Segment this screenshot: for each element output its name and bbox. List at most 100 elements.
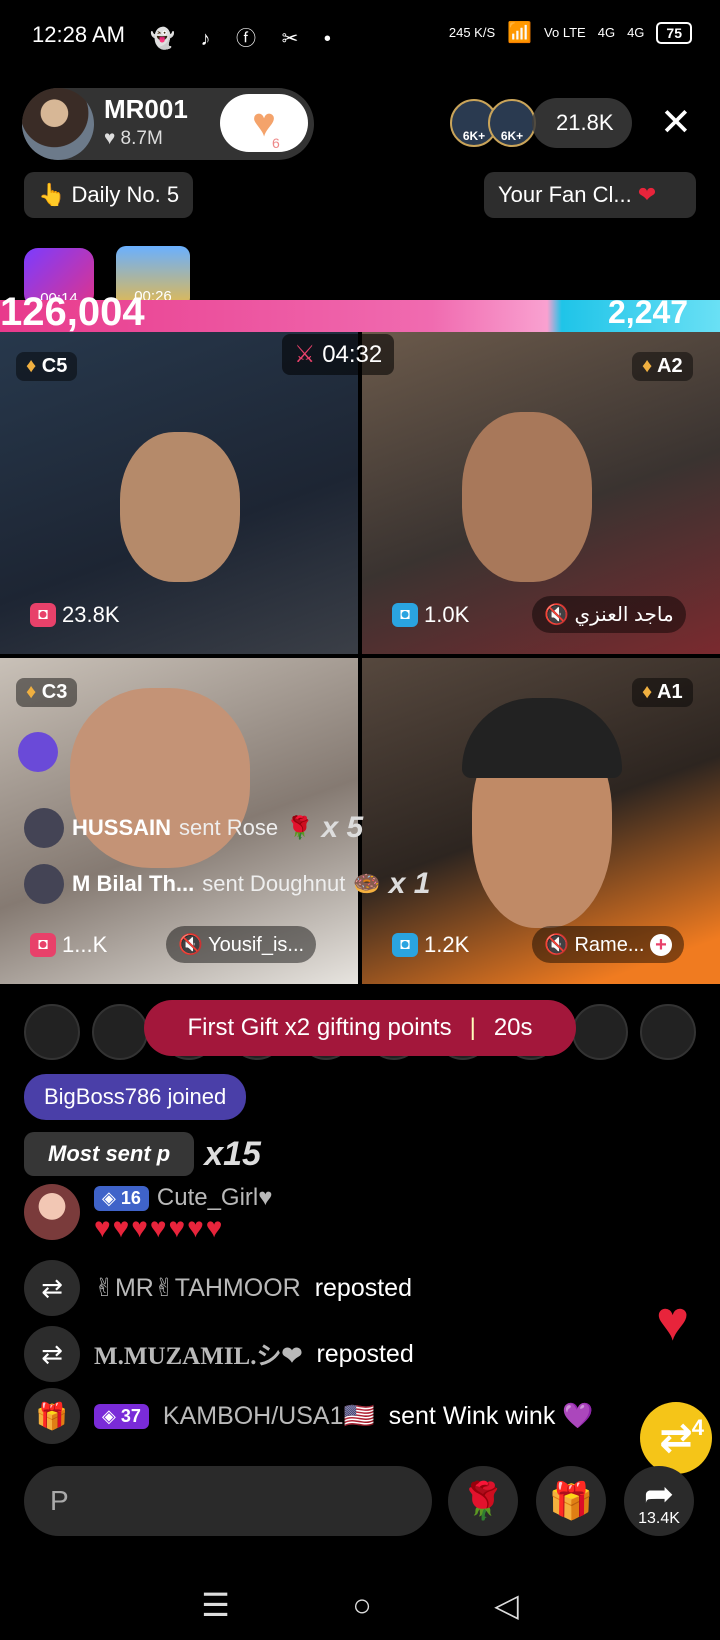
guest-tile-1[interactable]: ♦ C5 ◘ 23.8K	[0, 332, 358, 654]
follow-heart-button[interactable]: ♥ 6	[220, 94, 308, 152]
tile-views: 1...K	[62, 932, 108, 957]
level-number: 16	[120, 1187, 141, 1208]
comment-input[interactable]: P	[24, 1466, 432, 1536]
follow-count: 6	[272, 135, 280, 151]
repost-message: ⇄ M.MUZAMIL.シ❤ reposted	[24, 1326, 414, 1382]
guest-tile-2[interactable]: ♦ A2 ◘ 1.0K 🔇 ماجد العنزي	[362, 332, 720, 654]
floating-heart-icon: ♥	[656, 1289, 690, 1352]
capcut-icon: ✂	[281, 28, 309, 50]
gem-icon: ♦	[642, 681, 653, 703]
tile-stat[interactable]: ◘ 23.8K	[30, 602, 120, 628]
rose-gift-button[interactable]: 🌹	[448, 1466, 518, 1536]
gift-message: 🎁 ◈ 37 KAMBOH/USA1🇺🇸 sent Wink wink 💜	[24, 1388, 593, 1444]
close-icon[interactable]: ✕	[660, 100, 692, 145]
gem-icon: ♦	[26, 681, 37, 703]
host-card[interactable]: MR001 ♥ 8.7M ♥ 6	[22, 88, 314, 160]
fan-club-pill[interactable]: Your Fan Cl... ❤	[484, 172, 696, 218]
rank-badge: ♦ A1	[632, 678, 693, 707]
tiktok-icon: ♪	[200, 28, 221, 50]
mute-icon: 🔇	[178, 934, 203, 956]
top-viewers[interactable]: 6K+ 6K+ 21.8K	[450, 98, 632, 148]
gift-box-icon: ◘	[30, 933, 56, 957]
rose-icon: 🌹	[286, 815, 314, 840]
status-right: 245 K/S 📶 Vo LTE 4G 4G 75	[449, 20, 692, 45]
daily-rank-pill[interactable]: 👆 Daily No. 5	[24, 172, 194, 218]
share-button[interactable]: ➦ 13.4K	[624, 1466, 694, 1536]
back-icon[interactable]: ◁	[494, 1586, 519, 1624]
mute-label-pill[interactable]: 🔇 Yousif_is...	[166, 926, 317, 963]
chat-message[interactable]: ◈ 16 Cute_Girl♥ ♥♥♥♥♥♥♥	[24, 1184, 273, 1244]
username[interactable]: ✌MR✌TAHMOOR	[94, 1273, 301, 1303]
battle-time: 04:32	[322, 341, 383, 368]
viewer-count[interactable]: 21.8K	[532, 98, 632, 148]
rose-icon: 🌹	[460, 1480, 506, 1521]
diamond-icon: ◈	[102, 1405, 116, 1426]
battle-right-score: 2,247	[608, 294, 689, 330]
repost-icon: ⇄	[659, 1416, 693, 1460]
menu-icon[interactable]: ☰	[201, 1586, 230, 1624]
username[interactable]: M.MUZAMIL.シ❤	[94, 1336, 302, 1372]
rank-label: C3	[41, 681, 68, 703]
system-nav-bar: ☰ ○ ◁	[0, 1570, 720, 1640]
guest-face	[462, 412, 592, 582]
gift-button[interactable]: 🎁	[536, 1466, 606, 1536]
message-text: ♥♥♥♥♥♥♥	[94, 1212, 225, 1243]
guest-name: ماجد العنزي	[574, 604, 674, 626]
rank-badge: ♦ C3	[16, 678, 78, 707]
repost-action: reposted	[316, 1339, 414, 1368]
gift-count: x 1	[388, 867, 431, 900]
guest-name: Rame...	[574, 934, 645, 956]
viewer-avatar[interactable]	[571, 1004, 628, 1060]
sender-avatar	[24, 864, 64, 904]
level-badge: ◈ 16	[94, 1185, 149, 1211]
guest-name: Yousif_is...	[208, 934, 305, 956]
repost-icon: ⇄	[24, 1260, 80, 1316]
promo-text: First Gift x2 gifting points	[187, 1014, 452, 1041]
username[interactable]: KAMBOH/USA1🇺🇸	[163, 1402, 375, 1431]
lightning-effect-icon	[18, 732, 58, 772]
repost-button[interactable]: ⇄ 4	[640, 1402, 712, 1474]
fan-club-label: Your Fan Cl...	[498, 182, 632, 207]
gift-icon: 🎁	[548, 1480, 594, 1521]
gift-box-icon: ◘	[30, 603, 56, 627]
viewer-avatar[interactable]	[92, 1004, 149, 1060]
wifi-icon: 📶	[507, 22, 533, 44]
viewer-avatar[interactable]	[24, 1004, 80, 1060]
mute-label-pill[interactable]: 🔇 ماجد العنزي	[532, 596, 686, 633]
level-badge: ◈ 37	[94, 1403, 149, 1429]
rank-label: C5	[41, 355, 68, 377]
add-icon[interactable]: +	[650, 934, 672, 956]
fan-club-heart-icon: ❤	[637, 182, 657, 207]
repost-action: reposted	[314, 1273, 412, 1302]
home-icon[interactable]: ○	[352, 1587, 371, 1624]
viewer-avatar[interactable]	[639, 1004, 696, 1060]
battery-icon: 75	[656, 21, 692, 44]
battle-timer: ⚔ 04:32	[282, 334, 395, 375]
user-avatar[interactable]	[24, 1184, 80, 1240]
first-gift-promo[interactable]: First Gift x2 gifting points | 20s	[144, 1000, 576, 1056]
gift-box-icon: ◘	[392, 933, 418, 957]
notification-icons: 👻 ♪ ⓕ ✂ •	[150, 22, 341, 51]
username[interactable]: Cute_Girl♥	[157, 1184, 273, 1212]
tile-stat[interactable]: ◘ 1...K	[30, 932, 107, 958]
tile-views: 1.2K	[424, 932, 470, 957]
gift-action: sent Wink wink 💜	[388, 1401, 594, 1430]
tile-stat[interactable]: ◘ 1.0K	[392, 602, 469, 628]
battle-left-score: 126,004	[0, 290, 145, 334]
status-time: 12:28 AM	[32, 22, 125, 47]
host-avatar[interactable]	[22, 88, 94, 160]
tile-views: 23.8K	[62, 602, 120, 627]
tile-stat[interactable]: ◘ 1.2K	[392, 932, 469, 958]
gift-action: sent Doughnut	[202, 871, 346, 896]
rank-badge: ♦ A2	[632, 352, 693, 381]
net-speed: 245 K/S	[448, 25, 496, 40]
guest-tile-4[interactable]: ♦ A1 ◘ 1.2K 🔇 Rame... +	[362, 658, 720, 984]
mute-icon: 🔇	[544, 604, 569, 626]
sender-avatar	[24, 808, 64, 848]
repost-icon: ⇄	[24, 1326, 80, 1382]
repost-message: ⇄ ✌MR✌TAHMOOR reposted	[24, 1260, 412, 1316]
cap	[462, 698, 622, 778]
most-sent-count: x15	[204, 1134, 261, 1173]
viewer-avatar-2[interactable]: 6K+	[488, 99, 536, 147]
mute-label-pill[interactable]: 🔇 Rame... +	[532, 926, 684, 963]
